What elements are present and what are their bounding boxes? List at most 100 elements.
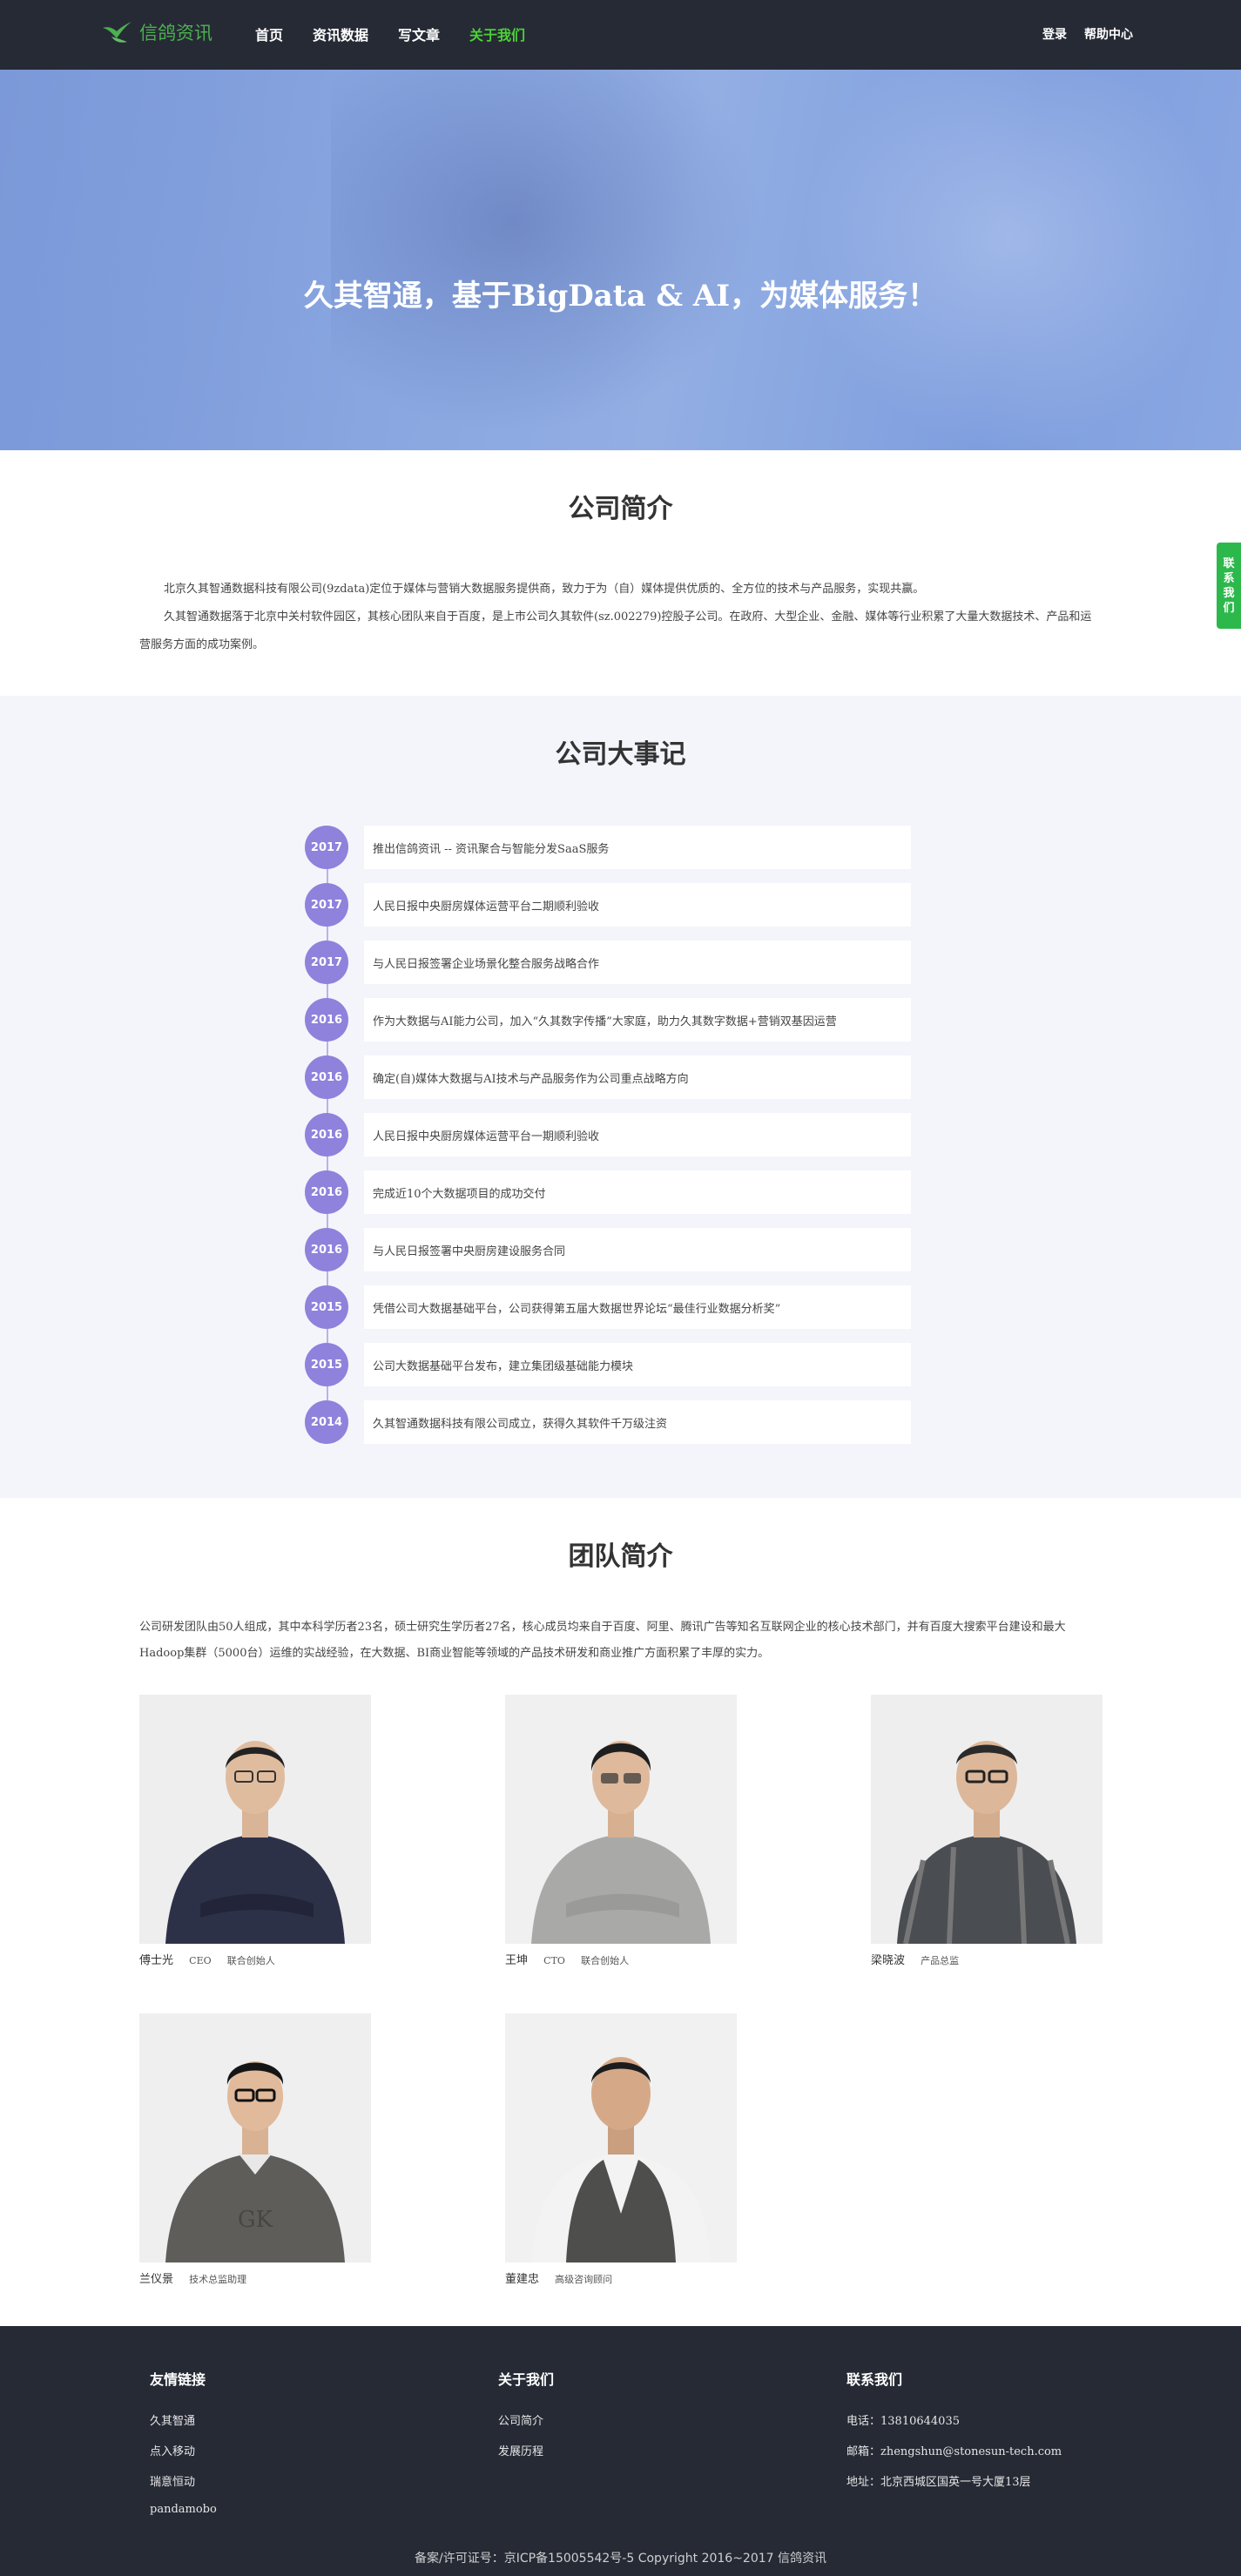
site-footer: 友情链接 久其智通 点入移动 瑞意恒动 pandamobo 关于我们 公司简介 …	[0, 2326, 1241, 2576]
timeline-item: 2017 推出信鸽资讯 -- 资讯聚合与智能分发SaaS服务	[305, 826, 911, 869]
timeline: 2017 推出信鸽资讯 -- 资讯聚合与智能分发SaaS服务 2017 人民日报…	[305, 826, 911, 1444]
member-caption: 梁晓波 产品总监	[871, 1951, 1103, 1967]
member-name: 兰仪景	[139, 2273, 174, 2286]
contact-address: 地址：北京西城区国英一号大厦13层	[846, 2476, 1031, 2489]
contact-us-side-tab[interactable]: 联 系 我 们	[1217, 543, 1241, 629]
hero-banner: 久其智通，基于BigData & AI，为媒体服务！	[0, 70, 1241, 450]
footer-links-column: 友情链接 久其智通 点入移动 瑞意恒动 pandamobo	[150, 2368, 217, 2530]
team-member-card: 傅士光 CEO 联合创始人	[139, 1695, 371, 1967]
timeline-item: 2014 久其智通数据科技有限公司成立，获得久其软件千万级注资	[305, 1400, 911, 1444]
member-photo	[505, 2013, 737, 2262]
intro-paragraph: 久其智通数据落于北京中关村软件园区，其核心团队来自于百度，是上市公司久其软件(s…	[139, 610, 1092, 651]
hero-title: 久其智通，基于BigData & AI，为媒体服务！	[303, 279, 938, 314]
side-tab-char: 联	[1223, 556, 1235, 570]
footer-heading: 联系我们	[846, 2371, 903, 2388]
member-title: 联合创始人	[581, 1955, 630, 1966]
year-badge: 2015	[305, 1285, 348, 1329]
member-title: 产品总监	[921, 1955, 960, 1966]
member-name: 王坤	[505, 1954, 529, 1967]
member-title: 联合创始人	[226, 1955, 275, 1966]
side-tab-char: 我	[1223, 586, 1235, 600]
nav-write-article[interactable]: 写文章	[398, 24, 440, 44]
member-photo	[505, 1695, 737, 1944]
timeline-item: 2016 作为大数据与AI能力公司，加入“久其数字传播”大家庭，助力久其数字数据…	[305, 998, 911, 1042]
team-member-card: 董建忠 高级咨询顾问	[505, 2013, 737, 2286]
year-badge: 2016	[305, 1055, 348, 1099]
event-text: 人民日报中央厨房媒体运营平台二期顺利验收	[364, 883, 911, 927]
main-nav: 首页 资讯数据 写文章 关于我们	[255, 24, 525, 44]
member-title: 技术总监助理	[189, 2274, 247, 2285]
year-badge: 2016	[305, 998, 348, 1042]
company-intro-section: 公司简介 北京久其智通数据科技有限公司(9zdata)定位于媒体与营销大数据服务…	[0, 450, 1241, 696]
member-name: 董建忠	[505, 2273, 540, 2286]
member-role: CTO	[543, 1955, 565, 1966]
login-link[interactable]: 登录	[1042, 25, 1067, 43]
team-section: 团队简介 公司研发团队由50人组成，其中本科学历者23名，硕士研究生学历者27名…	[0, 1498, 1241, 2326]
member-caption: 兰仪景 技术总监助理	[139, 2269, 371, 2286]
year-badge: 2016	[305, 1113, 348, 1157]
logo-text: 信鸽资讯	[139, 23, 212, 44]
timeline-item: 2017 人民日报中央厨房媒体运营平台二期顺利验收	[305, 883, 911, 927]
member-caption: 王坤 CTO 联合创始人	[505, 1951, 737, 1967]
intro-text: 北京久其智通数据科技有限公司(9zdata)定位于媒体与营销大数据服务提供商，致…	[139, 576, 1103, 659]
member-photo	[871, 1695, 1103, 1944]
team-grid: 傅士光 CEO 联合创始人 王坤 CTO 联合创始人 梁晓波 产品总监 GK 兰…	[0, 1667, 1241, 2294]
team-member-card: 王坤 CTO 联合创始人	[505, 1695, 737, 1967]
top-navbar: 信鸽资讯 首页 资讯数据 写文章 关于我们 登录 帮助中心	[0, 0, 1241, 70]
footer-link[interactable]: pandamobo	[150, 2503, 217, 2516]
team-member-card: GK 兰仪景 技术总监助理	[139, 2013, 371, 2286]
footer-link[interactable]: 发展历程	[498, 2442, 554, 2458]
user-nav: 登录 帮助中心	[1042, 25, 1133, 43]
footer-link[interactable]: 瑞意恒动	[150, 2472, 217, 2489]
nav-about-us[interactable]: 关于我们	[469, 24, 525, 44]
event-text: 公司大数据基础平台发布，建立集团级基础能力模块	[364, 1343, 911, 1386]
svg-text:GK: GK	[238, 2207, 273, 2233]
section-title: 公司大事记	[555, 739, 686, 770]
year-badge: 2015	[305, 1343, 348, 1386]
dove-logo-icon	[103, 22, 132, 43]
intro-paragraph: 北京久其智通数据科技有限公司(9zdata)定位于媒体与营销大数据服务提供商，致…	[164, 583, 925, 596]
event-text: 与人民日报签署中央厨房建设服务合同	[364, 1228, 911, 1271]
event-text: 久其智通数据科技有限公司成立，获得久其软件千万级注资	[364, 1400, 911, 1444]
event-text: 完成近10个大数据项目的成功交付	[364, 1170, 911, 1214]
logo[interactable]: 信鸽资讯	[101, 19, 212, 45]
footer-link[interactable]: 久其智通	[150, 2411, 217, 2428]
nav-home[interactable]: 首页	[255, 24, 283, 44]
team-description: 公司研发团队由50人组成，其中本科学历者23名，硕士研究生学历者27名，核心成员…	[139, 1621, 1066, 1660]
event-text: 作为大数据与AI能力公司，加入“久其数字传播”大家庭，助力久其数字数据+营销双基…	[364, 998, 911, 1042]
contact-phone: 电话：13810644035	[846, 2415, 960, 2428]
company-history-section: 公司大事记 2017 推出信鸽资讯 -- 资讯聚合与智能分发SaaS服务 201…	[0, 696, 1241, 1498]
section-title: 公司简介	[568, 494, 673, 524]
timeline-item: 2016 与人民日报签署中央厨房建设服务合同	[305, 1228, 911, 1271]
member-photo: GK	[139, 2013, 371, 2262]
footer-link[interactable]: 公司简介	[498, 2411, 554, 2428]
timeline-item: 2016 人民日报中央厨房媒体运营平台一期顺利验收	[305, 1113, 911, 1157]
timeline-item: 2017 与人民日报签署企业场景化整合服务战略合作	[305, 941, 911, 984]
member-title: 高级咨询顾问	[555, 2274, 613, 2285]
year-badge: 2017	[305, 883, 348, 927]
event-text: 推出信鸽资讯 -- 资讯聚合与智能分发SaaS服务	[364, 826, 911, 869]
year-badge: 2016	[305, 1170, 348, 1214]
member-name: 梁晓波	[871, 1954, 906, 1967]
timeline-item: 2016 完成近10个大数据项目的成功交付	[305, 1170, 911, 1214]
member-caption: 董建忠 高级咨询顾问	[505, 2269, 737, 2286]
member-name: 傅士光	[139, 1954, 174, 1967]
year-badge: 2014	[305, 1400, 348, 1444]
event-text: 人民日报中央厨房媒体运营平台一期顺利验收	[364, 1113, 911, 1157]
contact-email: 邮箱：zhengshun@stonesun-tech.com	[846, 2445, 1062, 2458]
year-badge: 2017	[305, 826, 348, 869]
help-center-link[interactable]: 帮助中心	[1084, 25, 1133, 43]
footer-contact-column: 联系我们 电话：13810644035 邮箱：zhengshun@stonesu…	[846, 2368, 1062, 2503]
footer-heading: 友情链接	[150, 2371, 206, 2388]
timeline-item: 2015 公司大数据基础平台发布，建立集团级基础能力模块	[305, 1343, 911, 1386]
event-text: 确定(自)媒体大数据与AI技术与产品服务作为公司重点战略方向	[364, 1055, 911, 1099]
copyright-text: 备案/许可证号：京ICP备15005542号-5 Copyright 2016~…	[414, 2552, 827, 2566]
member-caption: 傅士光 CEO 联合创始人	[139, 1951, 371, 1967]
side-tab-char: 系	[1223, 571, 1235, 585]
footer-link[interactable]: 点入移动	[150, 2442, 217, 2458]
member-role: CEO	[189, 1955, 212, 1966]
nav-news-data[interactable]: 资讯数据	[313, 24, 368, 44]
year-badge: 2016	[305, 1228, 348, 1271]
section-title: 团队简介	[568, 1541, 673, 1572]
event-text: 凭借公司大数据基础平台，公司获得第五届大数据世界论坛“最佳行业数据分析奖”	[364, 1285, 911, 1329]
